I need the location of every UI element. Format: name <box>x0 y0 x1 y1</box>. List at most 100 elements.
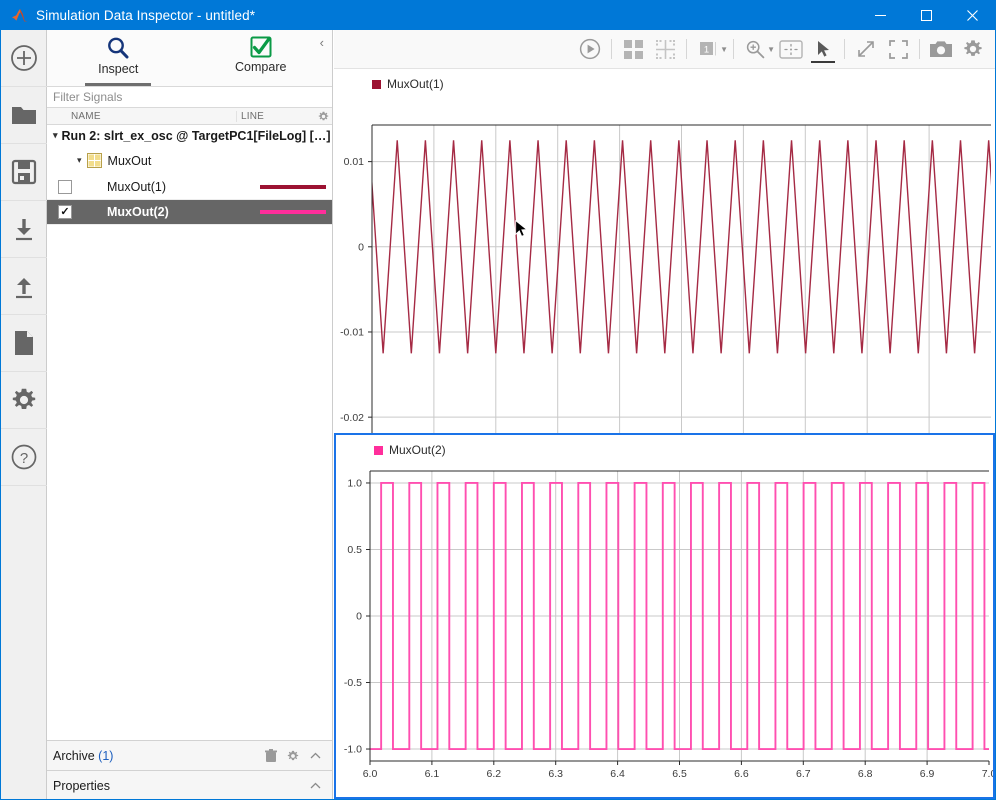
svg-text:1.0: 1.0 <box>347 478 362 490</box>
plot-canvas-muxout2[interactable]: 1.00.50-0.5-1.06.06.16.26.36.46.56.66.76… <box>336 435 993 797</box>
archive-count: (1) <box>98 749 113 763</box>
magnifier-plus-icon <box>745 39 765 59</box>
axes-count-button[interactable]: 1 <box>692 33 724 65</box>
fullscreen-button[interactable] <box>882 33 914 65</box>
close-button[interactable] <box>949 1 995 30</box>
svg-text:0: 0 <box>358 241 364 253</box>
signal-checkbox-cell <box>47 180 83 194</box>
legend-label-muxout2: MuxOut(2) <box>389 443 446 457</box>
export-icon[interactable] <box>1 258 47 315</box>
archive-chevron-up-icon[interactable] <box>304 752 326 760</box>
window-titlebar: Simulation Data Inspector - untitled* <box>1 1 995 30</box>
add-icon[interactable] <box>1 30 47 87</box>
signal-table-header: NAME LINE <box>47 108 332 125</box>
legend-muxout1[interactable]: MuxOut(1) <box>372 77 444 91</box>
open-folder-icon[interactable] <box>1 87 47 144</box>
grid-2x2-icon <box>624 40 643 59</box>
signal-tree: ▾ Run 2: slrt_ex_osc @ TargetPC1[FileLog… <box>47 125 332 740</box>
panel-footer: Archive (1) <box>47 740 332 800</box>
gear-icon[interactable] <box>1 372 47 429</box>
line-color-swatch-muxout1 <box>260 185 326 189</box>
svg-text:0: 0 <box>356 611 362 623</box>
header-line: LINE <box>236 111 314 122</box>
toolbar-separator <box>611 39 612 59</box>
signal-row-muxout1[interactable]: MuxOut(1) <box>47 175 332 200</box>
svg-text:6.5: 6.5 <box>672 768 687 780</box>
settings-button[interactable] <box>957 33 989 65</box>
help-icon[interactable]: ? <box>1 429 47 486</box>
pan-fit-button[interactable] <box>775 33 807 65</box>
subplot-muxout2[interactable]: MuxOut(2) 1.00.50-0.5-1.06.06.16.26.36.4… <box>334 433 995 799</box>
svg-text:-0.02: -0.02 <box>340 412 364 424</box>
check-square-icon <box>249 35 273 59</box>
toolbar-separator <box>733 39 734 59</box>
legend-label-muxout1: MuxOut(1) <box>387 77 444 91</box>
properties-section-header[interactable]: Properties <box>47 770 332 800</box>
line-color-swatch-muxout2 <box>260 210 326 214</box>
svg-text:-1.0: -1.0 <box>344 744 362 756</box>
trash-icon[interactable] <box>260 749 282 763</box>
filter-signals-row <box>47 87 332 108</box>
maximize-button[interactable] <box>903 1 949 30</box>
signal-checkbox-muxout2[interactable]: ✓ <box>58 205 72 219</box>
window-controls <box>857 1 995 30</box>
plot-canvas-muxout1[interactable]: 0.010-0.01-0.026.06.16.26.36.46.56.66.76… <box>334 69 995 433</box>
line-style-cell-muxout1[interactable] <box>254 185 332 189</box>
signal-row-muxout2[interactable]: ✓ MuxOut(2) <box>47 200 332 225</box>
close-icon <box>967 10 978 21</box>
sparse-grid-icon <box>656 40 675 59</box>
tab-compare[interactable]: Compare <box>190 30 333 86</box>
save-icon[interactable] <box>1 144 47 201</box>
svg-text:1: 1 <box>704 45 709 56</box>
panel-tabs: Inspect Compare ‹ <box>47 30 332 87</box>
svg-text:6.1: 6.1 <box>425 768 440 780</box>
diagonal-arrows-icon <box>856 39 876 59</box>
report-icon[interactable] <box>1 315 47 372</box>
signal-label-muxout1: MuxOut(1) <box>83 180 254 194</box>
arrow-cursor-icon <box>815 40 832 59</box>
svg-text:6.3: 6.3 <box>548 768 563 780</box>
zoom-in-button[interactable] <box>739 33 771 65</box>
properties-chevron-up-icon[interactable] <box>304 782 326 790</box>
play-circle-icon <box>579 38 601 60</box>
import-icon[interactable] <box>1 201 47 258</box>
minimize-icon <box>875 15 886 16</box>
expand-corners-icon <box>889 40 908 59</box>
signal-checkbox-muxout1[interactable] <box>58 180 72 194</box>
cursor-select-button[interactable] <box>807 33 839 65</box>
tree-group-row-muxout[interactable]: ▾ MuxOut <box>47 147 332 175</box>
gear-icon[interactable] <box>282 750 304 762</box>
toolbar-separator <box>686 39 687 59</box>
gear-icon <box>963 39 983 59</box>
chevron-down-icon[interactable]: ▾ <box>77 155 82 166</box>
tab-inspect-label: Inspect <box>98 62 138 76</box>
plot-toolbar: 1 ▼ ▼ <box>334 30 995 69</box>
tree-run-row[interactable]: ▾ Run 2: slrt_ex_osc @ TargetPC1[FileLog… <box>47 125 332 147</box>
subplot-muxout1[interactable]: MuxOut(1) 0.010-0.01-0.026.06.16.26.36.4… <box>334 69 995 433</box>
collapse-panel-button[interactable]: ‹ <box>320 36 324 49</box>
window-title: Simulation Data Inspector - untitled* <box>36 8 255 23</box>
chevron-down-icon[interactable]: ▾ <box>53 130 58 141</box>
svg-text:6.9: 6.9 <box>920 768 935 780</box>
svg-text:-0.5: -0.5 <box>344 677 362 689</box>
search-icon <box>105 35 131 61</box>
gear-icon[interactable] <box>314 111 332 122</box>
toolbar-separator <box>844 39 845 59</box>
zoom-out-diagonal-button[interactable] <box>850 33 882 65</box>
tab-inspect[interactable]: Inspect <box>47 30 190 86</box>
svg-text:0.01: 0.01 <box>344 156 365 168</box>
svg-text:0.5: 0.5 <box>347 544 362 556</box>
svg-text:6.6: 6.6 <box>734 768 749 780</box>
run-simulation-button[interactable] <box>574 33 606 65</box>
archive-section-header[interactable]: Archive (1) <box>47 740 332 770</box>
minimize-button[interactable] <box>857 1 903 30</box>
sparse-grid-button[interactable] <box>649 33 681 65</box>
legend-swatch-muxout2 <box>374 446 383 455</box>
svg-text:6.8: 6.8 <box>858 768 873 780</box>
snapshot-button[interactable] <box>925 33 957 65</box>
filter-signals-input[interactable] <box>53 90 332 104</box>
subplot-layout-button[interactable] <box>617 33 649 65</box>
legend-muxout2[interactable]: MuxOut(2) <box>374 443 446 457</box>
signals-panel: Inspect Compare ‹ NAME LINE <box>47 30 333 800</box>
line-style-cell-muxout2[interactable] <box>254 210 332 214</box>
